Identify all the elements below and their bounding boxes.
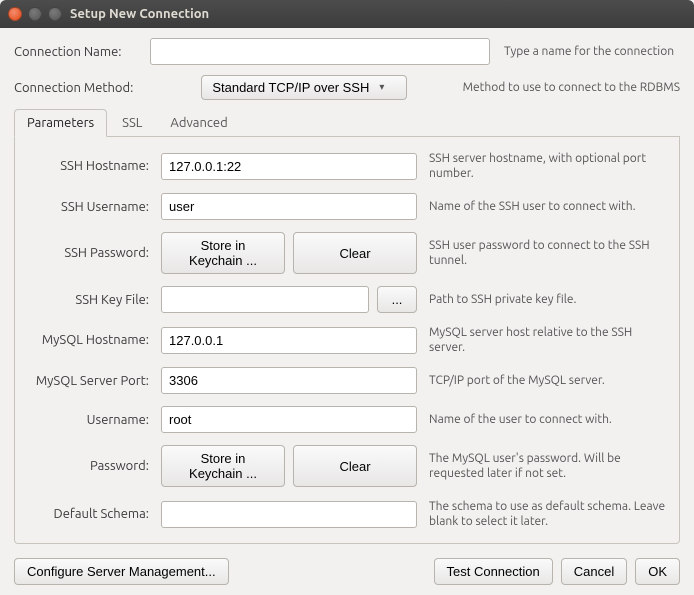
mysql-hostname-input[interactable] <box>161 327 417 354</box>
ssh-password-label: SSH Password: <box>27 246 155 260</box>
mysql-port-label: MySQL Server Port: <box>27 374 155 388</box>
ssh-keyfile-row: SSH Key File: ... Path to SSH private ke… <box>27 286 667 313</box>
password-help: The MySQL user's password. Will be reque… <box>423 451 667 481</box>
ssh-keyfile-input[interactable] <box>161 286 369 313</box>
connection-method-help: Method to use to connect to the RDBMS <box>415 81 680 94</box>
ssh-hostname-label: SSH Hostname: <box>27 159 155 173</box>
close-icon[interactable] <box>8 7 22 21</box>
password-clear-button[interactable]: Clear <box>293 445 417 487</box>
tab-ssl[interactable]: SSL <box>109 109 155 137</box>
footer-right: Test Connection Cancel OK <box>434 558 681 585</box>
ssh-password-row: SSH Password: Store in Keychain ... Clea… <box>27 232 667 274</box>
ssh-keyfile-help: Path to SSH private key file. <box>423 292 667 307</box>
username-input[interactable] <box>161 406 417 433</box>
footer: Configure Server Management... Test Conn… <box>14 558 680 585</box>
titlebar: Setup New Connection <box>0 0 694 28</box>
mysql-port-row: MySQL Server Port: TCP/IP port of the My… <box>27 367 667 394</box>
ssh-username-label: SSH Username: <box>27 200 155 214</box>
ssh-username-help: Name of the SSH user to connect with. <box>423 199 667 214</box>
ssh-password-clear-button[interactable]: Clear <box>293 232 417 274</box>
tab-parameters[interactable]: Parameters <box>14 109 107 137</box>
mysql-hostname-row: MySQL Hostname: MySQL server host relati… <box>27 325 667 355</box>
connection-method-dropdown[interactable]: Standard TCP/IP over SSH ▾ <box>201 75 407 100</box>
username-row: Username: Name of the user to connect wi… <box>27 406 667 433</box>
ssh-hostname-help: SSH server hostname, with optional port … <box>423 151 667 181</box>
connection-method-row: Connection Method: Standard TCP/IP over … <box>14 75 680 100</box>
password-label: Password: <box>27 459 155 473</box>
window-body: Connection Name: Type a name for the con… <box>0 28 694 595</box>
connection-name-help: Type a name for the connection <box>504 45 680 58</box>
ssh-keyfile-browse-button[interactable]: ... <box>377 286 417 313</box>
tab-panel-parameters: SSH Hostname: SSH server hostname, with … <box>14 137 680 544</box>
ssh-keyfile-label: SSH Key File: <box>27 293 155 307</box>
tabs: Parameters SSL Advanced <box>14 108 680 137</box>
ssh-hostname-row: SSH Hostname: SSH server hostname, with … <box>27 151 667 181</box>
password-store-button[interactable]: Store in Keychain ... <box>161 445 285 487</box>
default-schema-label: Default Schema: <box>27 507 155 521</box>
minimize-icon[interactable] <box>28 7 42 21</box>
configure-server-button[interactable]: Configure Server Management... <box>14 558 229 585</box>
connection-method-label: Connection Method: <box>14 81 133 95</box>
window-title: Setup New Connection <box>70 7 209 21</box>
mysql-port-help: TCP/IP port of the MySQL server. <box>423 373 667 388</box>
ok-button[interactable]: OK <box>635 558 680 585</box>
connection-name-input[interactable] <box>150 38 490 65</box>
ssh-hostname-input[interactable] <box>161 153 417 180</box>
connection-method-value: Standard TCP/IP over SSH <box>212 80 369 95</box>
connection-name-row: Connection Name: Type a name for the con… <box>14 38 680 65</box>
chevron-down-icon: ▾ <box>379 82 384 93</box>
username-help: Name of the user to connect with. <box>423 412 667 427</box>
test-connection-button[interactable]: Test Connection <box>434 558 553 585</box>
ssh-password-store-button[interactable]: Store in Keychain ... <box>161 232 285 274</box>
ssh-username-input[interactable] <box>161 193 417 220</box>
mysql-port-input[interactable] <box>161 367 417 394</box>
mysql-hostname-help: MySQL server host relative to the SSH se… <box>423 325 667 355</box>
default-schema-help: The schema to use as default schema. Lea… <box>423 499 667 529</box>
connection-name-label: Connection Name: <box>14 45 144 59</box>
maximize-icon[interactable] <box>48 7 62 21</box>
ssh-username-row: SSH Username: Name of the SSH user to co… <box>27 193 667 220</box>
default-schema-row: Default Schema: The schema to use as def… <box>27 499 667 529</box>
window-buttons <box>8 7 62 21</box>
username-label: Username: <box>27 413 155 427</box>
password-row: Password: Store in Keychain ... Clear Th… <box>27 445 667 487</box>
default-schema-input[interactable] <box>161 501 417 528</box>
tab-advanced[interactable]: Advanced <box>157 109 240 137</box>
ssh-password-help: SSH user password to connect to the SSH … <box>423 238 667 268</box>
cancel-button[interactable]: Cancel <box>561 558 627 585</box>
mysql-hostname-label: MySQL Hostname: <box>27 333 155 347</box>
